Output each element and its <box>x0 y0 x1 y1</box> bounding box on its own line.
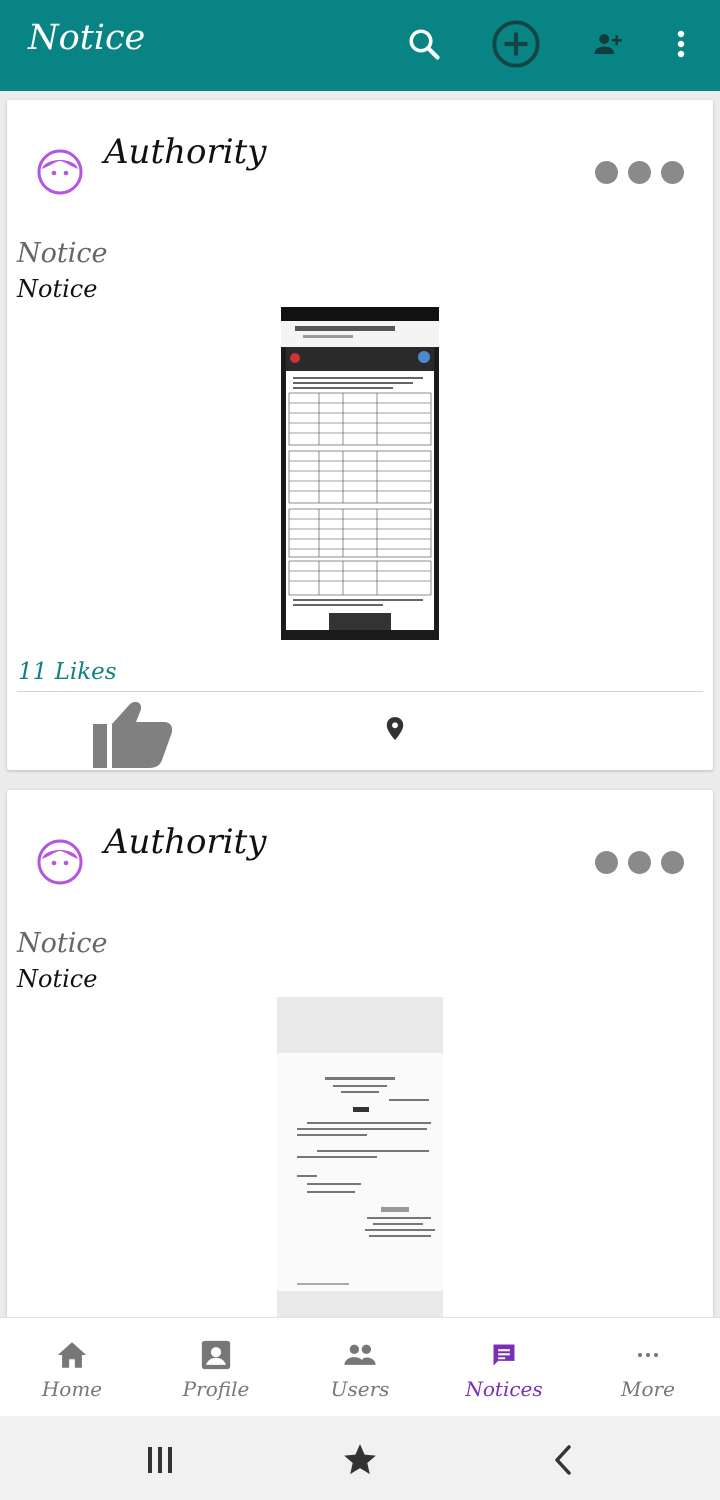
post-body: Notice <box>17 275 98 303</box>
nav-more-label: More <box>621 1377 675 1401</box>
search-icon[interactable] <box>396 16 452 72</box>
notice-image[interactable] <box>277 997 443 1317</box>
post-options-icon[interactable] <box>595 848 691 876</box>
nav-notices[interactable]: Notices <box>432 1318 576 1417</box>
star-icon[interactable] <box>340 1440 380 1480</box>
notice-image[interactable] <box>281 307 439 640</box>
nav-home[interactable]: Home <box>0 1318 144 1417</box>
nav-more[interactable]: More <box>576 1318 720 1417</box>
system-navigation-bar <box>0 1416 720 1500</box>
location-pin-icon[interactable] <box>384 716 406 742</box>
avatar[interactable] <box>37 839 83 885</box>
app-title: Notice <box>28 18 146 58</box>
nav-users[interactable]: Users <box>288 1318 432 1417</box>
nav-profile[interactable]: Profile <box>144 1318 288 1417</box>
nav-profile-label: Profile <box>182 1377 250 1401</box>
more-vert-icon[interactable] <box>653 16 709 72</box>
back-icon[interactable] <box>548 1440 578 1480</box>
users-icon <box>343 1338 377 1372</box>
post-title: Notice <box>17 928 108 959</box>
nav-users-label: Users <box>330 1377 390 1401</box>
bottom-navigation: Home Profile Users Notices More <box>0 1317 720 1416</box>
notices-icon <box>487 1338 521 1372</box>
add-circle-icon[interactable] <box>488 16 544 72</box>
post-author: Authority <box>104 132 267 172</box>
person-add-icon[interactable] <box>580 16 636 72</box>
post-body: Notice <box>17 965 98 993</box>
profile-icon <box>199 1338 233 1372</box>
likes-count: 11 Likes <box>18 659 117 685</box>
home-icon <box>55 1338 89 1372</box>
notice-card: Authority Notice Notice <box>7 790 713 1317</box>
nav-notices-label: Notices <box>465 1377 543 1401</box>
avatar[interactable] <box>37 149 83 195</box>
like-button[interactable] <box>92 700 174 770</box>
recents-icon[interactable] <box>145 1440 175 1480</box>
nav-home-label: Home <box>41 1377 103 1401</box>
app-bar: Notice <box>0 0 720 91</box>
post-title: Notice <box>17 238 108 269</box>
notice-feed[interactable]: Authority Notice Notice 11 Likes Authori… <box>0 91 720 1317</box>
more-horiz-icon <box>631 1338 665 1372</box>
notice-card: Authority Notice Notice <box>7 100 713 770</box>
post-options-icon[interactable] <box>595 158 691 186</box>
divider <box>17 691 703 692</box>
post-author: Authority <box>104 822 267 862</box>
